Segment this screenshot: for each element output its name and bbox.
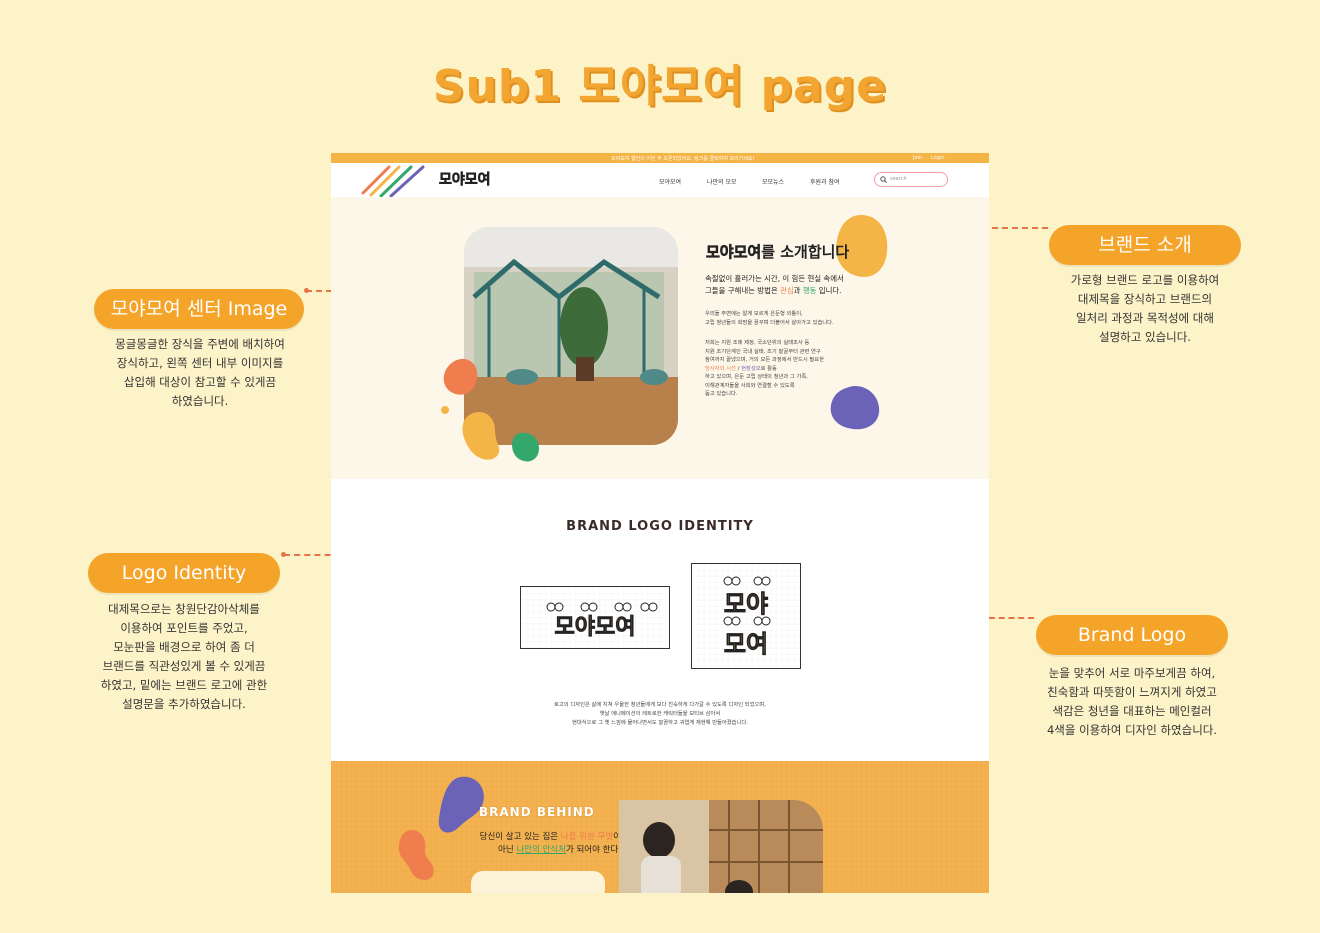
logo-vertical-bottom: 모여: [723, 630, 769, 659]
website-mockup: 모야모여 웹진이 이번 주 오픈되었어요. 링크를 클릭하여 보러가세요! Jo…: [331, 153, 989, 893]
nav-item-momo-news[interactable]: 모모뉴스: [762, 177, 784, 186]
annotation-brand-logo-text: 눈을 맞추어 서로 마주보게끔 하여, 친숙함과 따뜻함이 느껴지게 하였고 색…: [1046, 666, 1218, 737]
brand-behind-section: BRAND BEHIND 당신이 살고 있는 집은 나를 위한 무엇이 아닌 나…: [331, 761, 989, 893]
intro-section: 모야모여를 소개합니다 속절없이 흘러가는 시간, 이 힘든 현실 속에서 그들…: [331, 197, 989, 479]
orange-blob-decoration: [398, 830, 434, 880]
annotation-logo-identity-label: Logo Identity: [88, 553, 280, 593]
search-placeholder: search: [890, 176, 907, 182]
nav-item-my-momo[interactable]: 나만의 모모: [707, 177, 737, 186]
intro-main-text: 속절없이 흘러가는 시간, 이 힘든 현실 속에서 그들을 구해내는 방법은 관…: [705, 273, 905, 297]
logo-vertical-top: 모야: [723, 590, 769, 619]
logo-horizontal-text: 모야모여: [554, 615, 636, 641]
annotation-center-image-label: 모야모여 센터 Image: [94, 289, 304, 329]
main-nav: 모야모여 모야모여 나만의 모모 모모뉴스 후원과 참여 search: [331, 163, 989, 197]
identity-description: 로고의 디자인은 삶에 지쳐 우울한 청년들에게 보다 친숙하게 다가갈 수 있…: [554, 702, 766, 726]
nav-item-moyamoyeo[interactable]: 모야모여: [659, 177, 681, 186]
connector-dot: [281, 552, 286, 557]
blob-cluster-decoration: [441, 358, 539, 462]
behind-card: [471, 871, 605, 893]
vertical-logo-card: 모야 모여: [691, 563, 801, 669]
highlight-for-me: 나를 위한 무엇: [560, 832, 614, 842]
behind-heading: BRAND BEHIND: [479, 805, 595, 819]
notice-text: 모야모여 웹진이 이번 주 오픈되었어요. 링크를 클릭하여 보러가세요!: [611, 156, 755, 162]
annotation-brand-intro-text: 가로형 브랜드 로고를 이용하여 대제목을 장식하고 브랜드의 일처리 과정과 …: [1070, 273, 1220, 344]
intro-title: 모야모여를 소개합니다: [706, 241, 850, 262]
login-link[interactable]: Login: [931, 155, 945, 161]
behind-quote: 당신이 살고 있는 집은 나를 위한 무엇이 아닌 나만의 안식처가 되어야 한…: [479, 832, 621, 855]
stripe-decoration-icon: [361, 165, 425, 197]
highlight-perspective: 당사자의 시선: [705, 365, 736, 372]
behind-photo: [619, 800, 823, 893]
annotation-center-image-text: 몽글몽글한 장식을 주변에 배치하여 장식하고, 왼쪽 센터 내부 이미지를 삽…: [115, 337, 285, 408]
highlight-field: 현장성: [741, 365, 756, 372]
intro-title-logo: 모야모여: [706, 243, 762, 262]
connector-dot: [304, 288, 309, 293]
horizontal-logo-card: 모야모여: [520, 586, 670, 649]
logo-identity-section: BRAND LOGO IDENTITY 모야모여 모야 모여 로고의 디자인은 …: [331, 479, 989, 761]
highlight-action: 행동: [802, 286, 817, 295]
intro-main-line1: 속절없이 흘러가는 시간, 이 힘든 현실 속에서: [705, 274, 844, 283]
page-title: Sub1 모야모여 page: [432, 61, 888, 112]
annotation-logo-identity-text: 대제목으로는 창원단감아삭체를 이용하여 포인트를 주었고, 모눈판을 배경으로…: [100, 602, 268, 711]
search-input[interactable]: search: [874, 172, 948, 187]
intro-main-line2: 그들을 구해내는 방법은 관심과 행동 입니다.: [705, 286, 842, 295]
behind-illustration: [619, 800, 823, 893]
intro-paragraph-1: 우리들 주변에는 알게 모르게 은둔형 외톨이, 고립 청년들의 희망을 꿈꾸며…: [705, 311, 834, 326]
intro-paragraph-2: 저희는 지원 조례 제정, 국소단위의 실태조사 등 지원 조기단계인 국내 실…: [705, 340, 824, 397]
join-link[interactable]: Join: [913, 155, 922, 161]
nav-item-support[interactable]: 후원과 참여: [810, 177, 840, 186]
highlight-refuge: 나만의 안식처: [516, 845, 566, 855]
search-icon: [880, 176, 887, 183]
intro-title-suffix: 를 소개합니다: [761, 243, 850, 261]
identity-heading: BRAND LOGO IDENTITY: [566, 519, 754, 534]
highlight-interest: 관심: [780, 286, 794, 295]
annotation-brand-logo-label: Brand Logo: [1036, 615, 1228, 655]
annotation-brand-intro-label: 브랜드 소개: [1049, 225, 1241, 265]
nav-logo[interactable]: 모야모여: [439, 169, 491, 189]
top-notice-bar: 모야모여 웹진이 이번 주 오픈되었어요. 링크를 클릭하여 보러가세요! Jo…: [331, 153, 989, 163]
